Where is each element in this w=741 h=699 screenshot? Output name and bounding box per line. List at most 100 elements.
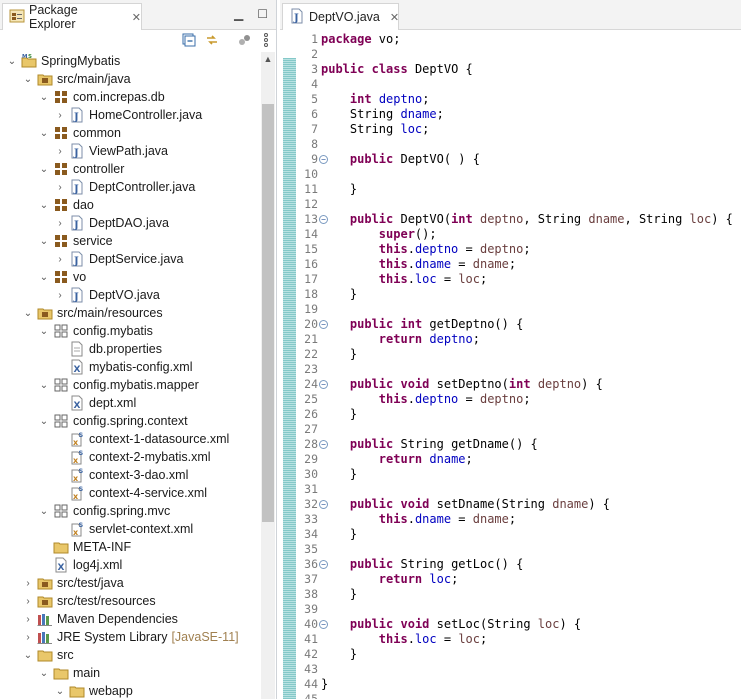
tree-item-context-1-datasource-xml[interactable]: x Scontext-1-datasource.xml: [54, 430, 229, 448]
line-number: 11: [304, 182, 318, 196]
tree-item-controller[interactable]: ⌄ controller: [38, 160, 125, 178]
code-token: ;: [465, 452, 473, 466]
chevron-down-icon[interactable]: ⌄: [38, 92, 50, 103]
chevron-down-icon[interactable]: ⌄: [38, 236, 50, 247]
chevron-right-icon[interactable]: ›: [54, 146, 66, 157]
chevron-right-icon[interactable]: ›: [54, 254, 66, 265]
tree-item-src-test-resources[interactable]: › src/test/resources: [22, 592, 155, 610]
maximize-icon[interactable]: ☐: [257, 7, 268, 21]
chevron-right-icon[interactable]: ›: [54, 290, 66, 301]
chevron-down-icon[interactable]: ⌄: [38, 128, 50, 139]
chevron-down-icon[interactable]: ⌄: [38, 200, 50, 211]
view-menu-icon[interactable]: [258, 32, 274, 48]
explorer-scrollbar[interactable]: ▲: [261, 52, 275, 699]
chevron-right-icon[interactable]: ›: [54, 182, 66, 193]
tree-item-src-test-java[interactable]: › src/test/java: [22, 574, 123, 592]
tree-item-dao[interactable]: ⌄ dao: [38, 196, 94, 214]
tree-item-webapp[interactable]: ⌄ webapp: [54, 682, 133, 699]
collapse-all-icon[interactable]: [181, 32, 197, 48]
tree-item-deptservice-java[interactable]: › J DeptService.java: [54, 250, 184, 268]
code-area[interactable]: 1 package vo; 2 3 public class DeptVO {4 5 in…: [280, 30, 741, 699]
minimize-icon[interactable]: ▁: [234, 7, 243, 21]
tree-item-log4j-xml[interactable]: Xlog4j.xml: [38, 556, 122, 574]
focus-icon[interactable]: [236, 32, 252, 48]
chevron-right-icon[interactable]: ›: [22, 632, 34, 643]
chevron-down-icon[interactable]: ⌄: [38, 326, 50, 337]
tree-item-deptdao-java[interactable]: › J DeptDAO.java: [54, 214, 169, 232]
respackage-icon: [53, 503, 69, 519]
line-number: 33: [304, 512, 318, 526]
tree-item-context-2-mybatis-xml[interactable]: x Scontext-2-mybatis.xml: [54, 448, 211, 466]
tree-item-config-mybatis[interactable]: ⌄ config.mybatis: [38, 322, 153, 340]
chevron-down-icon[interactable]: ⌄: [54, 686, 66, 697]
chevron-right-icon[interactable]: ›: [22, 614, 34, 625]
chevron-right-icon[interactable]: ›: [54, 218, 66, 229]
tree-item-meta-inf[interactable]: META-INF: [38, 538, 131, 556]
chevron-down-icon[interactable]: ⌄: [22, 650, 34, 661]
tree-item-context-4-service-xml[interactable]: x Scontext-4-service.xml: [54, 484, 207, 502]
chevron-down-icon[interactable]: ⌄: [38, 506, 50, 517]
tree-item-src-main-resources[interactable]: ⌄ src/main/resources: [22, 304, 163, 322]
tree-item-homecontroller-java[interactable]: › J HomeController.java: [54, 106, 202, 124]
tree-item-src-main-java[interactable]: ⌄ src/main/java: [22, 70, 131, 88]
tree-item-maven-dependencies[interactable]: › Maven Dependencies: [22, 610, 178, 628]
link-with-editor-icon[interactable]: [204, 32, 220, 48]
code-token: }: [321, 587, 358, 601]
svg-text:J: J: [293, 13, 299, 24]
code-line: public DeptVO( ) {: [321, 152, 480, 167]
springxml-icon: xS: [69, 431, 85, 447]
tree-item-springmybatis[interactable]: ⌄ M S SpringMybatis: [6, 52, 120, 70]
chevron-down-icon[interactable]: ⌄: [38, 272, 50, 283]
code-line: public void setDeptno(int deptno) {: [321, 377, 603, 392]
tree-item-db-properties[interactable]: db.properties: [54, 340, 162, 358]
scroll-up-icon[interactable]: ▲: [261, 52, 275, 66]
code-token: loc: [458, 632, 480, 646]
scrollbar-thumb[interactable]: [262, 104, 274, 522]
tree-item-main[interactable]: ⌄ main: [38, 664, 100, 682]
chevron-down-icon[interactable]: ⌄: [22, 74, 34, 85]
tree-item-dept-xml[interactable]: Xdept.xml: [54, 394, 136, 412]
tree-item-viewpath-java[interactable]: › J ViewPath.java: [54, 142, 168, 160]
tree-item-service[interactable]: ⌄ service: [38, 232, 113, 250]
tree-item-config-mybatis-mapper[interactable]: ⌄ config.mybatis.mapper: [38, 376, 199, 394]
tree-item-mybatis-config-xml[interactable]: Xmybatis-config.xml: [54, 358, 193, 376]
svg-text:X: X: [58, 563, 65, 573]
chevron-right-icon[interactable]: ›: [22, 578, 34, 589]
tree-item-com-increpas-db[interactable]: ⌄ com.increpas.db: [38, 88, 165, 106]
chevron-down-icon[interactable]: ⌄: [38, 164, 50, 175]
code-token: this: [378, 257, 408, 271]
code-token: }: [321, 467, 358, 481]
tree-item-label: ViewPath.java: [89, 144, 168, 158]
code-line: return dname;: [321, 452, 473, 467]
tree-item-deptvo-java[interactable]: › J DeptVO.java: [54, 286, 160, 304]
tab-package-explorer[interactable]: Package Explorer ✕: [2, 3, 142, 31]
close-icon[interactable]: ✕: [390, 11, 399, 24]
tree-item-jre-system-library[interactable]: › JRE System Library [JavaSE-11]: [22, 628, 239, 646]
chevron-right-icon[interactable]: ›: [22, 596, 34, 607]
line-number: 2: [311, 47, 318, 61]
tree-item-vo[interactable]: ⌄ vo: [38, 268, 86, 286]
tree-item-context-3-dao-xml[interactable]: x Scontext-3-dao.xml: [54, 466, 188, 484]
package-icon: [53, 161, 69, 177]
chevron-down-icon[interactable]: ⌄: [6, 56, 18, 67]
tree-item-src[interactable]: ⌄ src: [22, 646, 74, 664]
chevron-down-icon[interactable]: ⌄: [22, 308, 34, 319]
chevron-down-icon[interactable]: ⌄: [38, 668, 50, 679]
tree-item-config-spring-context[interactable]: ⌄ config.spring.context: [38, 412, 188, 430]
tree-item-servlet-context-xml[interactable]: x Sservlet-context.xml: [54, 520, 193, 538]
line-number: 31: [304, 482, 318, 496]
code-token: String getLoc() {: [393, 557, 524, 571]
line-number: 15: [304, 242, 318, 256]
code-line: }: [321, 677, 328, 692]
close-icon[interactable]: ✕: [132, 11, 141, 24]
chevron-down-icon[interactable]: ⌄: [38, 416, 50, 427]
chevron-right-icon[interactable]: ›: [54, 110, 66, 121]
tab-deptvo-java[interactable]: J DeptVO.java ✕: [282, 3, 399, 30]
tree-item-deptcontroller-java[interactable]: › J DeptController.java: [54, 178, 195, 196]
tree-item-common[interactable]: ⌄ common: [38, 124, 121, 142]
code-token: dname: [472, 512, 509, 526]
chevron-down-icon[interactable]: ⌄: [38, 380, 50, 391]
tree-item-config-spring-mvc[interactable]: ⌄ config.spring.mvc: [38, 502, 170, 520]
line-number: 7: [311, 122, 318, 136]
